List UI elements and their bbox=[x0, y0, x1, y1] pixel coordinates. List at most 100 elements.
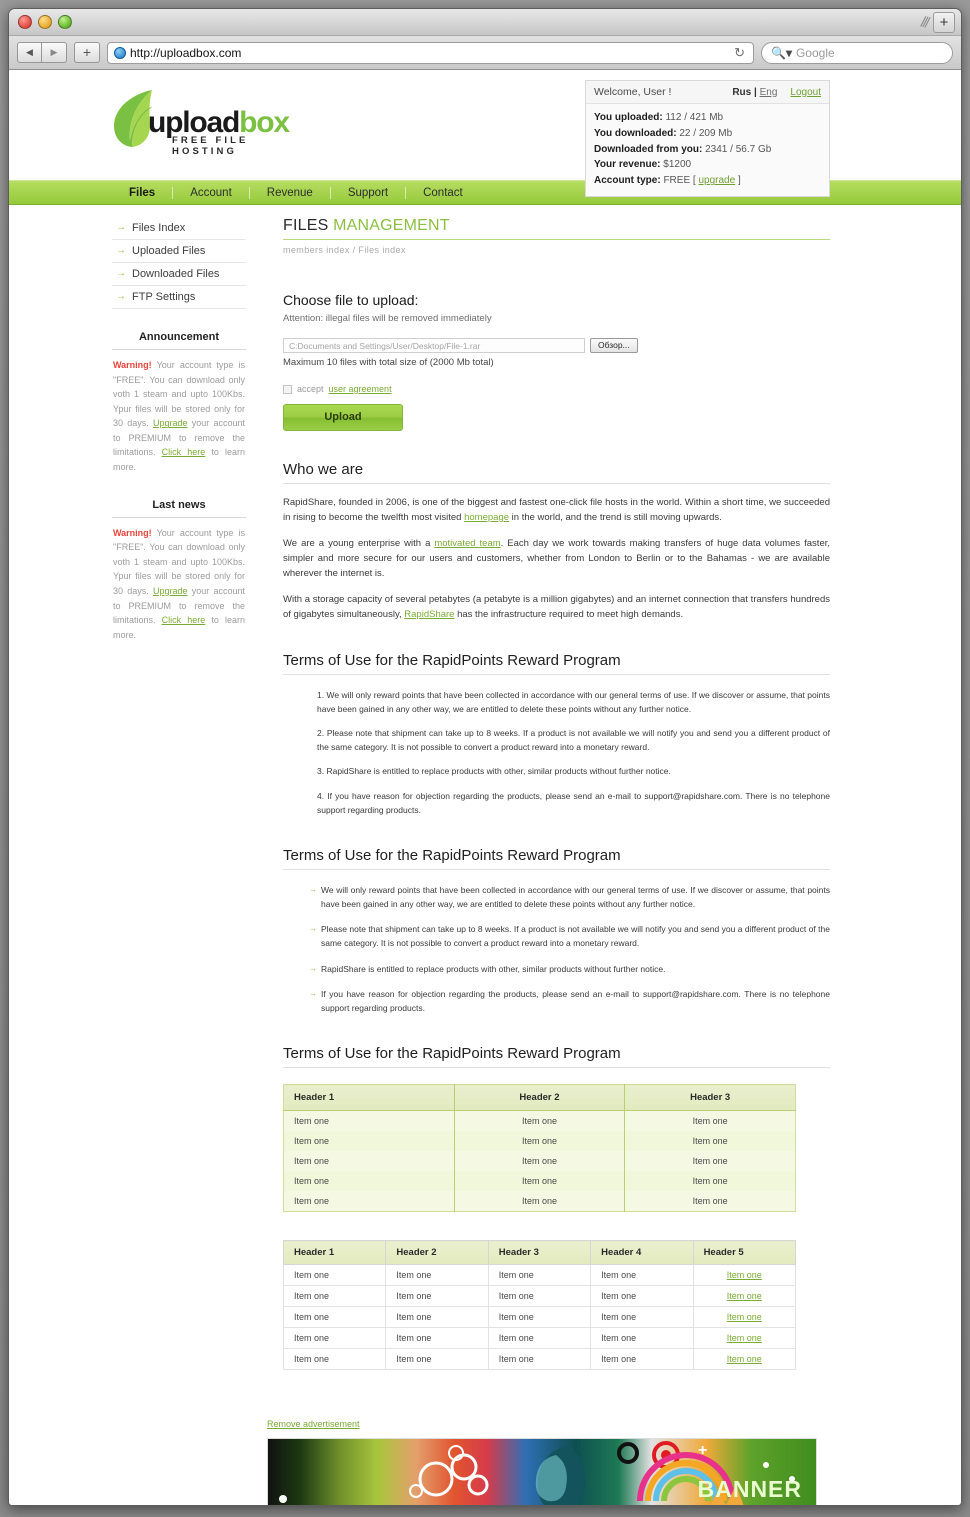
sidebar-item-files-index[interactable]: → Files Index bbox=[112, 217, 246, 240]
arrow-right-icon: → bbox=[116, 245, 126, 256]
cell: Item one bbox=[487, 1306, 592, 1329]
homepage-link[interactable]: homepage bbox=[464, 512, 509, 523]
logout-link[interactable]: Logout bbox=[790, 87, 821, 98]
logo-wordmark: uploadbox bbox=[148, 108, 290, 138]
section-divider bbox=[283, 674, 830, 675]
user-agreement-link[interactable]: user agreement bbox=[329, 384, 392, 394]
item-link[interactable]: Item one bbox=[727, 1354, 762, 1364]
section-divider bbox=[283, 1067, 830, 1069]
lastnews-text: Warning! Your account type is "FREE". Yo… bbox=[112, 524, 246, 645]
terms-numbered-item: 2. Please note that shipment can take up… bbox=[317, 728, 830, 752]
item-link[interactable]: Item one bbox=[727, 1291, 762, 1301]
sidebar-item-downloaded-files[interactable]: → Downloaded Files bbox=[112, 263, 246, 286]
upgrade-link[interactable]: upgrade bbox=[698, 175, 735, 186]
reload-icon[interactable]: ↻ bbox=[734, 45, 747, 61]
search-input[interactable]: 🔍▾ Google bbox=[761, 41, 953, 64]
upgrade-link[interactable]: Upgrade bbox=[153, 586, 188, 596]
cell: Item one bbox=[590, 1348, 694, 1371]
table-row: Item one Item one Item one Item one Item one bbox=[282, 1264, 797, 1287]
upgrade-link[interactable]: Upgrade bbox=[153, 418, 188, 428]
user-info-box: Welcome, User ! Rus | Eng Logout You upl… bbox=[585, 80, 830, 197]
terms-bulleted-section: Terms of Use for the RapidPoints Reward … bbox=[283, 847, 830, 1015]
click-here-link[interactable]: Click here bbox=[162, 615, 206, 625]
lang-rus[interactable]: Rus bbox=[732, 87, 751, 98]
maximize-window-icon[interactable] bbox=[58, 15, 72, 29]
terms-bulleted-item: Please note that shipment can take up to… bbox=[309, 923, 830, 950]
site-globe-icon bbox=[114, 46, 126, 59]
cell-link[interactable]: Item one bbox=[692, 1264, 797, 1287]
nav-item-contact[interactable]: Contact bbox=[406, 187, 480, 199]
terms-bulleted-item: RapidShare is entitled to replace produc… bbox=[309, 963, 830, 977]
minimize-window-icon[interactable] bbox=[38, 15, 52, 29]
table-row: Item one Item one Item one Item one Item one bbox=[282, 1285, 797, 1308]
announcement-heading: Announcement bbox=[112, 331, 246, 350]
table-header-row: Header 1 Header 2 Header 3 bbox=[283, 1084, 796, 1112]
cell-link[interactable]: Item one bbox=[692, 1285, 797, 1308]
upload-button[interactable]: Upload bbox=[283, 404, 403, 431]
nav-item-revenue[interactable]: Revenue bbox=[250, 186, 331, 199]
cell-link[interactable]: Item one bbox=[692, 1348, 797, 1371]
cell: Item one bbox=[283, 1131, 455, 1152]
account-type-row: Account type: FREE [ upgrade ] bbox=[594, 173, 821, 189]
data-table-1: Header 1 Header 2 Header 3 Item one Item … bbox=[283, 1084, 796, 1213]
userbox-header: Welcome, User ! Rus | Eng Logout bbox=[586, 81, 829, 104]
svg-text:+: + bbox=[698, 1442, 707, 1459]
banner-ad-image[interactable]: + BANNER bbox=[267, 1438, 817, 1505]
sidebar-item-label: Downloaded Files bbox=[132, 268, 220, 280]
accept-agreement-row[interactable]: accept user agreement bbox=[283, 384, 830, 394]
file-path-input[interactable]: C:Documents and Settings/User/Desktop/Fi… bbox=[283, 338, 585, 353]
cell: Item one bbox=[385, 1348, 489, 1371]
site-logo[interactable]: uploadbox FREE FILE HOSTING bbox=[112, 88, 312, 157]
cell-link[interactable]: Item one bbox=[692, 1306, 797, 1329]
bracket-open: [ bbox=[692, 175, 696, 187]
language-switcher[interactable]: Rus | Eng bbox=[732, 87, 777, 98]
who-we-are-paragraph-1: RapidShare, founded in 2006, is one of t… bbox=[283, 495, 830, 525]
window-controls[interactable] bbox=[18, 15, 72, 29]
welcome-text: Welcome, User ! bbox=[594, 86, 672, 98]
item-link[interactable]: Item one bbox=[727, 1333, 762, 1343]
cell: Item one bbox=[487, 1348, 592, 1371]
close-window-icon[interactable] bbox=[18, 15, 32, 29]
forward-arrow-icon[interactable]: ▶ bbox=[42, 42, 67, 63]
stat-row: Downloaded from you: 2341 / 56.7 Gb bbox=[594, 142, 821, 158]
column-header: Header 2 bbox=[453, 1084, 625, 1112]
who-we-are-heading: Who we are bbox=[283, 461, 364, 478]
sidebar-item-uploaded-files[interactable]: → Uploaded Files bbox=[112, 240, 246, 263]
stat-value: 2341 / 56.7 Gb bbox=[705, 143, 772, 155]
cell: Item one bbox=[453, 1191, 625, 1212]
rapidshare-link[interactable]: RapidShare bbox=[404, 609, 454, 620]
table-row: Item one Item one Item one Item one Item one bbox=[282, 1348, 797, 1371]
cell: Item one bbox=[487, 1264, 592, 1287]
motivated-team-link[interactable]: motivated team bbox=[434, 538, 500, 549]
item-link[interactable]: Item one bbox=[727, 1312, 762, 1322]
address-bar[interactable]: http://uploadbox.com ↻ bbox=[107, 41, 754, 64]
account-value: FREE bbox=[663, 175, 691, 187]
page-title: FILES MANAGEMENT bbox=[283, 217, 830, 240]
back-arrow-icon[interactable]: ◀ bbox=[17, 42, 42, 63]
who-we-are-paragraph-3: With a storage capacity of several petab… bbox=[283, 592, 830, 622]
click-here-link[interactable]: Click here bbox=[162, 447, 206, 457]
add-bookmark-button[interactable]: + bbox=[74, 42, 100, 63]
new-tab-button[interactable]: + bbox=[933, 12, 955, 33]
main-content: FILES MANAGEMENT members index / Files i… bbox=[282, 217, 830, 1371]
browser-window: /// + ◀ ▶ + http://uploadbox.com ↻ 🔍▾ Go… bbox=[8, 8, 962, 1506]
cell: Item one bbox=[590, 1306, 694, 1329]
cell: Item one bbox=[624, 1131, 796, 1152]
stat-value: $1200 bbox=[663, 159, 692, 171]
lang-eng[interactable]: Eng bbox=[760, 87, 778, 98]
file-input-row: C:Documents and Settings/User/Desktop/Fi… bbox=[283, 338, 830, 353]
cell-link[interactable]: Item one bbox=[692, 1327, 797, 1350]
browse-button[interactable]: Обзор... bbox=[590, 338, 638, 353]
nav-item-support[interactable]: Support bbox=[331, 186, 407, 199]
sidebar-item-ftp-settings[interactable]: → FTP Settings bbox=[112, 286, 246, 309]
column-header: Header 1 bbox=[282, 1240, 387, 1266]
tables-section: Terms of Use for the RapidPoints Reward … bbox=[282, 1045, 830, 1371]
remove-advertisement-link[interactable]: Remove advertisement bbox=[267, 1419, 360, 1429]
page-content: uploadbox FREE FILE HOSTING Welcome, Use… bbox=[9, 70, 961, 1505]
cell: Item one bbox=[283, 1191, 455, 1212]
nav-item-files[interactable]: Files bbox=[112, 186, 174, 199]
item-link[interactable]: Item one bbox=[727, 1270, 762, 1280]
nav-item-account[interactable]: Account bbox=[173, 186, 250, 199]
navigation-buttons[interactable]: ◀ ▶ bbox=[17, 42, 67, 63]
accept-checkbox[interactable] bbox=[283, 384, 292, 394]
